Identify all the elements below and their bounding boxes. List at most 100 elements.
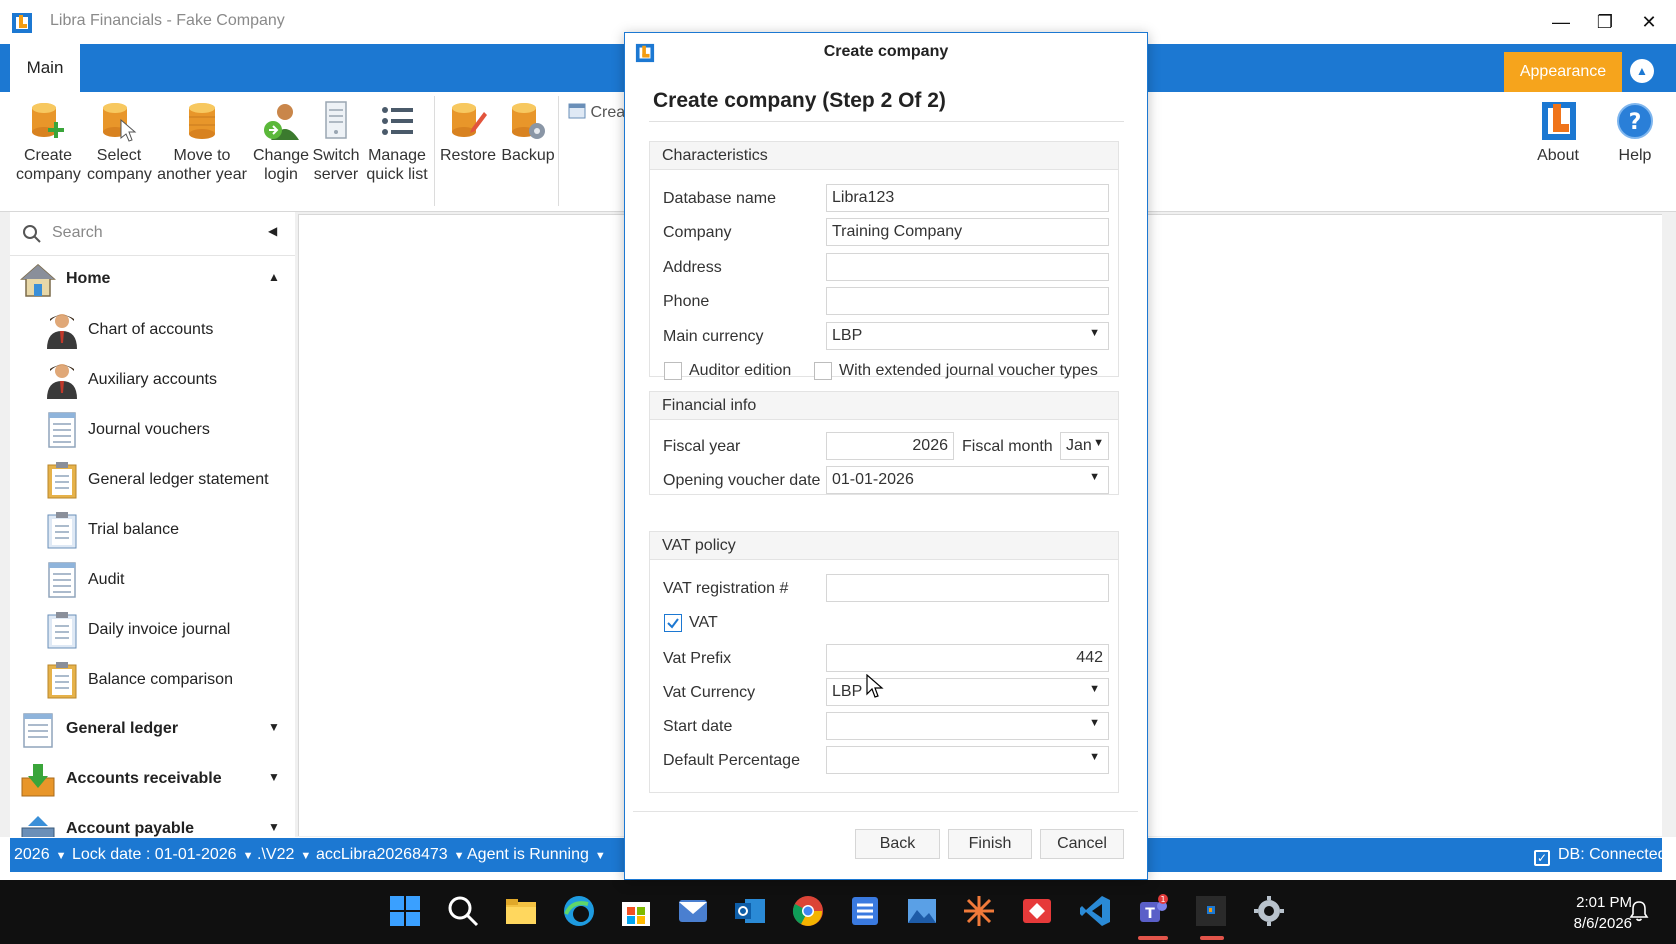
edge-browser-icon[interactable] (562, 894, 596, 928)
auditor-edition-checkbox[interactable] (664, 362, 682, 380)
anydesk-icon[interactable] (1020, 894, 1054, 928)
chevron-down-icon: ▼ (1089, 327, 1100, 339)
address-field[interactable] (826, 253, 1109, 281)
app-stack-icon[interactable] (848, 894, 882, 928)
about-button[interactable]: About (1530, 100, 1586, 165)
sidebar-item-general-ledger-statement[interactable]: General ledger statement (10, 455, 295, 505)
opening-voucher-date-select[interactable]: 01-01-2026 ▼ (826, 466, 1109, 494)
database-icon (189, 103, 215, 139)
sidebar-item-chart-of-accounts[interactable]: Chart of accounts (10, 305, 295, 355)
settings-gear-icon[interactable] (1252, 894, 1286, 928)
status-year-dropdown[interactable]: 2026 ▼ (14, 846, 66, 864)
default-percentage-select[interactable]: ▼ (826, 746, 1109, 774)
sidebar-item-daily-invoice-journal[interactable]: Daily invoice journal (10, 605, 295, 655)
vat-prefix-label: Vat Prefix (663, 650, 732, 667)
windows-start-icon[interactable] (388, 894, 422, 928)
microsoft-store-icon[interactable] (619, 894, 653, 928)
collapse-sidebar-icon[interactable]: ◀ (268, 224, 277, 238)
vat-checkbox-label: VAT (689, 614, 718, 631)
restore-button[interactable]: ❐ (1588, 8, 1622, 36)
heading-divider (649, 121, 1124, 122)
move-to-another-year-button[interactable]: Move to another year (156, 100, 248, 184)
collapse-ribbon-button[interactable]: ▲ (1630, 59, 1654, 83)
company-field[interactable]: Training Company (826, 218, 1109, 246)
sidebar-item-label: General ledger statement (88, 471, 269, 488)
main-currency-select[interactable]: LBP ▼ (826, 322, 1109, 350)
file-explorer-icon[interactable] (504, 894, 538, 928)
move-year-label-2: another year (157, 166, 247, 183)
database-name-label: Database name (663, 190, 776, 207)
help-button[interactable]: ? Help (1610, 100, 1660, 165)
vat-prefix-field[interactable]: 442 (826, 644, 1109, 672)
create-small-button[interactable]: Crea (568, 102, 625, 122)
sidebar-item-label: Trial balance (88, 521, 180, 538)
backup-button[interactable]: Backup (500, 100, 556, 165)
sidebar-search[interactable]: Search ◀ (10, 212, 295, 256)
clipboard-icon (47, 462, 77, 499)
appearance-button[interactable]: Appearance (1504, 52, 1622, 92)
photos-icon[interactable] (905, 894, 939, 928)
status-database-dropdown[interactable]: accLibra20268473 ▼ (316, 846, 465, 864)
search-placeholder: Search (52, 224, 103, 241)
restore-button-ribbon[interactable]: Restore (438, 100, 498, 165)
clipboard-icon (47, 612, 77, 649)
cancel-button[interactable]: Cancel (1040, 829, 1124, 859)
home-label: Home (66, 270, 111, 287)
auditor-edition-label: Auditor edition (689, 362, 792, 379)
close-button[interactable]: ✕ (1632, 8, 1666, 36)
notification-bell-icon[interactable] (1628, 900, 1650, 922)
change-login-button[interactable]: Change login (250, 100, 312, 184)
sidebar-item-journal-vouchers[interactable]: Journal vouchers (10, 405, 295, 455)
sidebar-item-audit[interactable]: Audit (10, 555, 295, 605)
sidebar-item-label: Journal vouchers (88, 421, 210, 438)
teams-icon[interactable]: T 1 (1136, 894, 1170, 928)
ledger-icon (23, 713, 53, 748)
start-date-select[interactable]: ▼ (826, 712, 1109, 740)
sidebar-item-trial-balance[interactable]: Trial balance (10, 505, 295, 555)
tab-main[interactable]: Main (10, 44, 80, 92)
libra-taskbar-icon[interactable] (1194, 894, 1228, 928)
vscode-icon[interactable] (1078, 894, 1112, 928)
start-date-label: Start date (663, 718, 733, 735)
sidebar-item-auxiliary-accounts[interactable]: Auxiliary accounts (10, 355, 295, 405)
sidebar-group-general-ledger[interactable]: General ledger ▼ (10, 706, 295, 754)
fiscal-year-field[interactable]: 2026 (826, 432, 954, 460)
sparkle-app-icon[interactable] (962, 894, 996, 928)
select-company-label-1: Select (96, 147, 142, 164)
sidebar-item-balance-comparison[interactable]: Balance comparison (10, 655, 295, 705)
phone-field[interactable] (826, 287, 1109, 315)
sidebar-group-accounts-receivable[interactable]: Accounts receivable ▼ (10, 756, 295, 804)
status-lock-date-dropdown[interactable]: Lock date : 01-01-2026 ▼ (72, 846, 253, 864)
fiscal-month-select[interactable]: Jan ▼ (1060, 432, 1109, 460)
sidebar-group-home[interactable]: Home ▲ (10, 256, 295, 304)
sidebar-item-label: Daily invoice journal (88, 621, 231, 638)
switch-server-button[interactable]: Switch server (310, 100, 362, 184)
fiscal-month-value: Jan (1066, 437, 1092, 454)
outlook-icon[interactable] (733, 894, 767, 928)
database-add-icon (32, 103, 64, 138)
create-company-button[interactable]: Create company (16, 100, 81, 184)
dialog-title: Create company (823, 43, 949, 60)
mail-client-icon[interactable] (676, 894, 710, 928)
taskbar-clock[interactable]: 2:01 PM 8/6/2026 (1548, 892, 1632, 934)
chrome-icon[interactable] (791, 894, 825, 928)
status-agent-dropdown[interactable]: Agent is Running ▼ (467, 846, 606, 864)
manage-quick-list-button[interactable]: Manage quick list (364, 100, 430, 184)
about-label: About (1537, 147, 1579, 164)
vat-checkbox[interactable] (664, 614, 682, 632)
database-name-field[interactable]: Libra123 (826, 184, 1109, 212)
select-company-button[interactable]: Select company (87, 100, 152, 184)
create-company-dialog: Create company Create company (Step 2 Of… (624, 32, 1148, 880)
clipboard-icon (47, 512, 77, 549)
minimize-button[interactable]: — (1544, 8, 1578, 36)
finish-button[interactable]: Finish (948, 829, 1032, 859)
search-icon[interactable] (446, 894, 480, 928)
vat-registration-field[interactable] (826, 574, 1109, 602)
back-button[interactable]: Back (855, 829, 940, 859)
clipboard-icon (47, 662, 77, 699)
phone-label: Phone (663, 293, 710, 310)
chevron-down-icon: ▼ (1089, 471, 1100, 483)
extended-jv-checkbox[interactable] (814, 362, 832, 380)
status-server-dropdown[interactable]: .\V22 ▼ (257, 846, 311, 864)
sidebar-group-account-payable[interactable]: Account payable ▼ (10, 806, 295, 837)
